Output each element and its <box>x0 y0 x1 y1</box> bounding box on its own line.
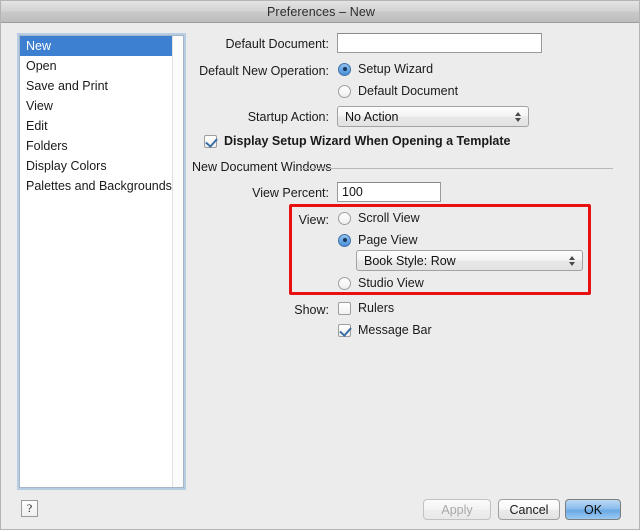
sidebar-item-label: Folders <box>26 139 68 153</box>
radio-off-icon <box>338 211 351 225</box>
view-percent-input[interactable]: 100 <box>337 182 441 202</box>
sidebar-item-label: Display Colors <box>26 159 107 173</box>
radio-off-icon <box>338 276 351 290</box>
radio-default-document[interactable]: Default Document <box>338 84 458 98</box>
group-title-new-document-windows: New Document Windows <box>192 160 332 174</box>
checkbox-display-setup-wizard[interactable]: Display Setup Wizard When Opening a Temp… <box>204 134 511 148</box>
cancel-label: Cancel <box>509 502 549 517</box>
apply-label: Apply <box>441 502 473 517</box>
radio-page-view[interactable]: Page View <box>338 233 418 247</box>
radio-on-icon <box>338 62 351 76</box>
ok-button[interactable]: OK <box>565 499 621 520</box>
category-list[interactable]: New Open Save and Print View Edit Folder… <box>19 35 184 488</box>
sidebar-item-label: New <box>26 39 52 53</box>
checkbox-label: Rulers <box>358 301 395 315</box>
sidebar-item-label: Open <box>26 59 57 73</box>
checkbox-message-bar[interactable]: Message Bar <box>338 323 432 337</box>
sidebar-item-view[interactable]: View <box>20 96 183 116</box>
radio-label: Page View <box>358 233 418 247</box>
checkbox-unchecked-icon <box>338 301 351 315</box>
chevron-updown-icon <box>514 110 522 124</box>
sidebar-item-label: Edit <box>26 119 48 133</box>
checkbox-checked-icon <box>338 323 351 337</box>
titlebar: Preferences – New <box>1 1 639 23</box>
radio-label: Scroll View <box>358 211 420 225</box>
help-glyph: ? <box>26 501 33 515</box>
default-document-input[interactable] <box>337 33 542 53</box>
startup-action-select[interactable]: No Action <box>337 106 529 127</box>
sidebar-scrollbar[interactable] <box>172 36 183 487</box>
radio-label: Default Document <box>358 84 459 98</box>
radio-label: Setup Wizard <box>358 62 434 76</box>
radio-scroll-view[interactable]: Scroll View <box>338 211 420 225</box>
sidebar-item-save-and-print[interactable]: Save and Print <box>20 76 183 96</box>
book-style-value: Book Style: Row <box>364 253 456 268</box>
checkbox-label: Display Setup Wizard When Opening a Temp… <box>224 134 511 148</box>
chevron-updown-icon <box>568 254 576 268</box>
sidebar-item-edit[interactable]: Edit <box>20 116 183 136</box>
group-separator <box>301 168 613 169</box>
radio-on-icon <box>338 233 351 247</box>
checkbox-label: Message Bar <box>358 323 432 337</box>
sidebar-item-palettes-and-backgrounds[interactable]: Palettes and Backgrounds <box>20 176 183 196</box>
startup-action-label: Startup Action: <box>247 110 329 124</box>
default-document-label: Default Document: <box>225 37 329 51</box>
checkbox-checked-icon <box>204 134 217 148</box>
ok-label: OK <box>583 502 603 517</box>
help-button[interactable]: ? <box>21 500 38 517</box>
window-title: Preferences – New <box>267 4 375 19</box>
view-label: View: <box>298 213 329 227</box>
sidebar-item-new[interactable]: New <box>20 36 183 56</box>
radio-off-icon <box>338 84 351 98</box>
show-label: Show: <box>294 303 329 317</box>
apply-button[interactable]: Apply <box>423 499 491 520</box>
preferences-dialog: Preferences – New New Open Save and Prin… <box>0 0 640 530</box>
view-percent-label: View Percent: <box>252 186 329 200</box>
sidebar-item-folders[interactable]: Folders <box>20 136 183 156</box>
sidebar-item-label: View <box>26 99 53 113</box>
sidebar-item-label: Palettes and Backgrounds <box>26 179 172 193</box>
cancel-button[interactable]: Cancel <box>498 499 560 520</box>
radio-label: Studio View <box>358 276 424 290</box>
radio-setup-wizard[interactable]: Setup Wizard <box>338 62 433 76</box>
sidebar-item-label: Save and Print <box>26 79 108 93</box>
book-style-select[interactable]: Book Style: Row <box>356 250 583 271</box>
dialog-content: New Open Save and Print View Edit Folder… <box>1 24 639 529</box>
startup-action-value: No Action <box>345 109 399 124</box>
default-new-operation-label: Default New Operation: <box>199 64 329 78</box>
radio-studio-view[interactable]: Studio View <box>338 276 424 290</box>
sidebar-item-display-colors[interactable]: Display Colors <box>20 156 183 176</box>
checkbox-rulers[interactable]: Rulers <box>338 301 394 315</box>
